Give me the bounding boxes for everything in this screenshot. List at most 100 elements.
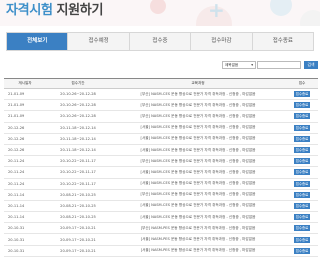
row-status-cell: 접수종료: [286, 133, 318, 145]
chevron-down-icon: ▾: [251, 63, 253, 67]
row-period: 20-10-22~20-11-17: [46, 178, 110, 190]
search-category-value: 제목없음: [225, 63, 239, 67]
table-row[interactable]: 20-10-31 20-09-17~20-10-21 [서울] NASM-PES 운…: [4, 233, 318, 246]
row-status-cell: 접수종료: [286, 178, 318, 190]
row-period: 20-10-26~20-12-28: [46, 88, 110, 101]
table-row[interactable]: 20-11-14 20-08-21~20-10-25 [서울] NASM-CES 운…: [4, 211, 318, 224]
row-period: 20-08-21~20-10-25: [46, 200, 110, 213]
row-status-cell: 접수종료: [286, 211, 318, 224]
table-row[interactable]: 20-11-14 20-08-21~20-10-25 [서울] NASM-CES 운…: [4, 200, 318, 213]
table-row[interactable]: 20-12-26 20-11-18~20-12-14 [서울] NASM-CES 운…: [4, 144, 318, 157]
row-course-link[interactable]: [서울] NASM-CES 운동 향상으로 전문가 자격 취득과정 - 신청중 …: [110, 178, 286, 190]
row-period: 20-11-18~20-12-14: [46, 133, 110, 145]
row-period: 20-10-26~20-12-28: [46, 99, 110, 112]
row-course-link[interactable]: [서울] NASM-CES 운동 향상으로 전문가 자격 취득과정 - 신청중 …: [110, 144, 286, 157]
row-course-link[interactable]: [부산] NASM-CES 운동 향상으로 전문가 자격 취득과정 - 신청중 …: [110, 110, 286, 123]
table-row[interactable]: 20-11-24 20-10-22~20-11-17 [서울] NASM-CES 운…: [4, 166, 318, 179]
table-row[interactable]: 20-10-31 20-09-17~20-10-21 [부산] NASM-PES 운…: [4, 222, 318, 235]
status-badge[interactable]: 접수종료: [294, 236, 310, 243]
row-status-cell: 접수종료: [286, 110, 318, 123]
row-date: 20-12-26: [4, 122, 46, 134]
search-button[interactable]: 검색: [304, 61, 318, 69]
table-row[interactable]: 20-12-26 20-11-18~20-12-14 [서울] NASM-CES 운…: [4, 122, 318, 134]
row-course-link[interactable]: [서울] NASM-CES 운동 향상으로 전문가 자격 취득과정 - 신청중 …: [110, 133, 286, 145]
table-row[interactable]: 20-11-14 20-08-21~20-10-25 [부산] NASM-CES 운…: [4, 189, 318, 201]
row-date: 20-11-24: [4, 178, 46, 190]
row-course-link[interactable]: [서울] NASM-PES 운동 향상으로 전문가 자격 취득과정 - 신청중 …: [110, 245, 286, 257]
status-badge[interactable]: 접수종료: [294, 158, 310, 165]
status-badge[interactable]: 접수종료: [294, 124, 310, 131]
row-course-link[interactable]: [서울] NASM-CES 운동 향상으로 전문가 자격 취득과정 - 신청중 …: [110, 166, 286, 179]
row-course-link[interactable]: [부산] NASM-CES 운동 향상으로 전문가 자격 취득과정 - 신청중 …: [110, 189, 286, 201]
row-course-link[interactable]: [부산] NASM-CES 운동 향상으로 전문가 자격 취득과정 - 신청중 …: [110, 155, 286, 168]
row-date: 20-10-31: [4, 222, 46, 235]
status-badge[interactable]: 접수종료: [294, 169, 310, 176]
status-badge[interactable]: 접수종료: [294, 180, 310, 187]
table-row[interactable]: 21-01-09 20-10-26~20-12-28 [부산] NASM-CES 운…: [4, 99, 318, 112]
table-body: 21-01-09 20-10-26~20-12-28 [부산] NASM-CES 운…: [4, 88, 318, 257]
row-course-link[interactable]: [부산] NASM-CES 운동 향상으로 전문가 자격 취득과정 - 신청중 …: [110, 88, 286, 101]
table-row[interactable]: 20-11-24 20-10-22~20-11-17 [부산] NASM-CES 운…: [4, 155, 318, 168]
tab-open[interactable]: 접수중: [128, 33, 191, 50]
page-title: 자격시험 지원하기: [6, 3, 103, 19]
decorative-plus-icon: +: [208, 0, 225, 22]
table-row[interactable]: 21-01-09 20-10-26~20-12-28 [부산] NASM-CES 운…: [4, 88, 318, 101]
row-status-cell: 접수종료: [286, 144, 318, 157]
status-badge[interactable]: 접수종료: [294, 214, 310, 221]
row-status-cell: 접수종료: [286, 245, 318, 257]
row-date: 20-12-26: [4, 144, 46, 157]
decorative-circle: [150, 0, 166, 14]
col-header-status: 접수: [286, 78, 318, 89]
status-badge[interactable]: 접수종료: [294, 102, 310, 109]
row-course-link[interactable]: [서울] NASM-CES 운동 향상으로 전문가 자격 취득과정 - 신청중 …: [110, 200, 286, 213]
row-date: 20-11-14: [4, 189, 46, 201]
row-course-link[interactable]: [부산] NASM-CES 운동 향상으로 전문가 자격 취득과정 - 신청중 …: [110, 99, 286, 112]
page-title-highlight: 자격시험: [6, 3, 53, 18]
row-date: 20-10-31: [4, 233, 46, 246]
row-period: 20-11-18~20-12-14: [46, 144, 110, 157]
status-badge[interactable]: 접수종료: [294, 247, 310, 254]
status-badge[interactable]: 접수종료: [294, 202, 310, 209]
status-badge[interactable]: 접수종료: [294, 113, 310, 120]
row-period: 20-09-17~20-10-21: [46, 222, 110, 235]
table-row[interactable]: 20-11-24 20-10-22~20-11-17 [서울] NASM-CES 운…: [4, 178, 318, 190]
row-status-cell: 접수종료: [286, 222, 318, 235]
row-status-cell: 접수종료: [286, 88, 318, 101]
tab-closing[interactable]: 접수마감: [190, 33, 252, 50]
row-status-cell: 접수종료: [286, 166, 318, 179]
row-date: 20-11-14: [4, 200, 46, 213]
table-row[interactable]: 21-01-09 20-10-26~20-12-28 [부산] NASM-CES 운…: [4, 110, 318, 123]
row-period: 20-08-21~20-10-25: [46, 211, 110, 224]
row-period: 20-10-26~20-12-28: [46, 110, 110, 123]
row-date: 20-11-24: [4, 166, 46, 179]
decorative-circle: [300, 10, 320, 26]
tab-upcoming[interactable]: 접수예정: [67, 33, 129, 50]
table-row[interactable]: 20-10-31 20-09-17~20-10-21 [서울] NASM-PES 운…: [4, 245, 318, 257]
row-date: 20-10-31: [4, 245, 46, 257]
status-badge[interactable]: 접수종료: [294, 191, 310, 198]
row-period: 20-10-22~20-11-17: [46, 155, 110, 168]
row-course-link[interactable]: [서울] NASM-CES 운동 향상으로 전문가 자격 취득과정 - 신청중 …: [110, 122, 286, 134]
row-date: 21-01-09: [4, 88, 46, 101]
status-badge[interactable]: 접수종료: [294, 91, 310, 98]
row-period: 20-09-17~20-10-21: [46, 233, 110, 246]
tab-all[interactable]: 전체보기: [7, 33, 68, 50]
row-course-link[interactable]: [서울] NASM-PES 운동 향상으로 전문가 자격 취득과정 - 신청중 …: [110, 233, 286, 246]
table-row[interactable]: 20-12-26 20-11-18~20-12-14 [서울] NASM-CES 운…: [4, 133, 318, 145]
status-badge[interactable]: 접수종료: [294, 225, 310, 232]
row-status-cell: 접수종료: [286, 200, 318, 213]
row-period: 20-09-17~20-10-21: [46, 245, 110, 257]
row-date: 21-01-09: [4, 110, 46, 123]
row-date: 20-12-26: [4, 133, 46, 145]
search-input[interactable]: [257, 61, 301, 69]
row-course-link[interactable]: [부산] NASM-PES 운동 향상으로 전문가 자격 취득과정 - 신청중 …: [110, 222, 286, 235]
row-status-cell: 접수종료: [286, 155, 318, 168]
decorative-circle: [270, 0, 292, 16]
search-category-select[interactable]: 제목없음 ▾: [222, 61, 256, 69]
status-badge[interactable]: 접수종료: [294, 135, 310, 142]
row-date: 20-11-14: [4, 211, 46, 224]
row-course-link[interactable]: [서울] NASM-CES 운동 향상으로 전문가 자격 취득과정 - 신청중 …: [110, 211, 286, 224]
col-header-date: 게시일자: [4, 78, 46, 89]
tab-closed[interactable]: 접수종료: [251, 33, 314, 50]
status-badge[interactable]: 접수종료: [294, 147, 310, 154]
